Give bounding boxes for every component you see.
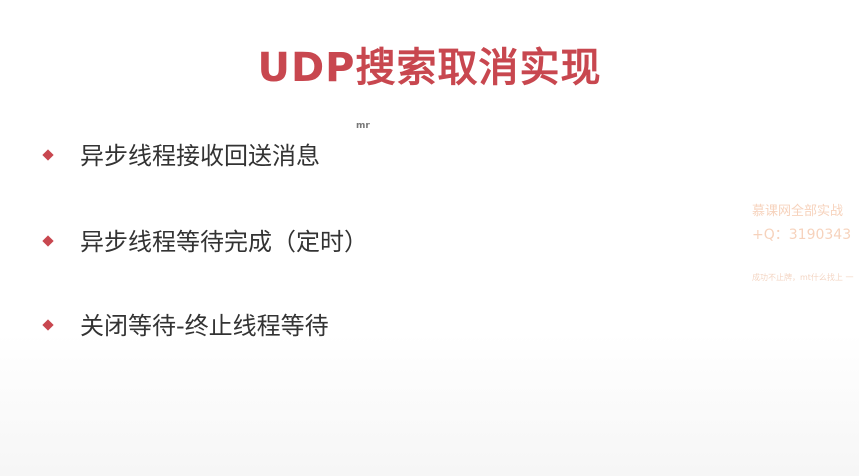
watermark-line: 慕课网全部实战: [752, 204, 844, 219]
diamond-bullet-icon: [42, 149, 54, 161]
bullet-text: 异步线程接收回送消息: [80, 142, 320, 170]
slide-title: UDP搜索取消实现: [257, 45, 602, 91]
diamond-bullet-icon: [42, 235, 54, 247]
slide: UDP搜索取消实现 mr 异步线程接收回送消息 异步线程等待完成（定时） 关闭等…: [0, 0, 859, 476]
watermark-line: +Q：3190343: [752, 227, 852, 243]
bullet-text: 关闭等待-终止线程等待: [80, 312, 329, 340]
bullet-text: 异步线程等待完成（定时）: [80, 228, 368, 256]
small-mark: mr: [356, 121, 370, 131]
diamond-bullet-icon: [42, 319, 54, 331]
watermark-line: 成功不止牌，mt什么找上 一: [752, 273, 854, 282]
